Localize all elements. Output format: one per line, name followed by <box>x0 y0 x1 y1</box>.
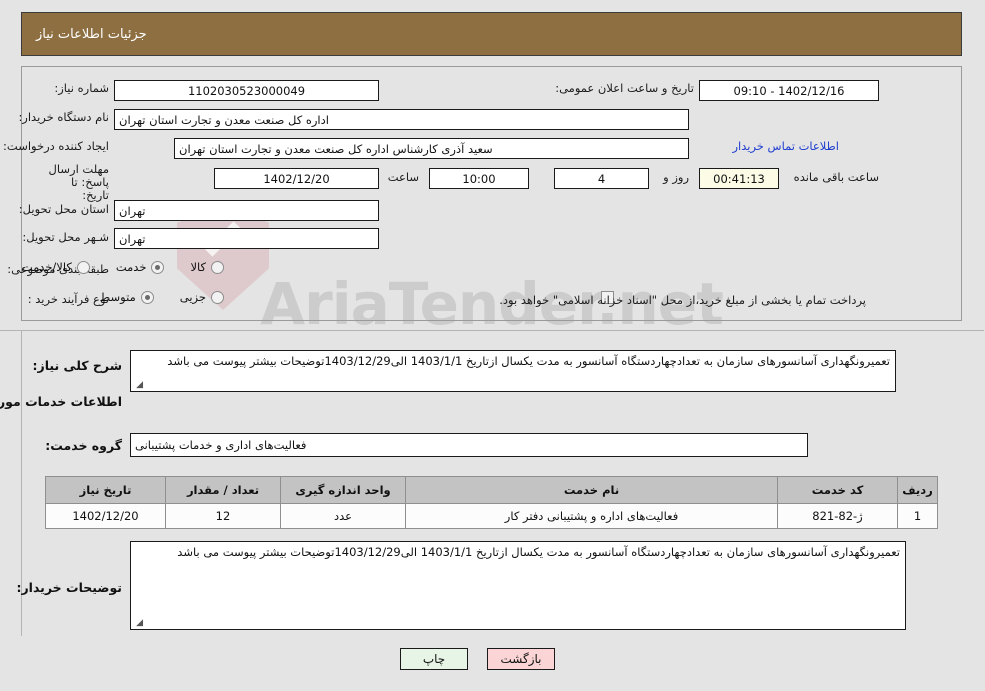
column-header-code: کد خدمت <box>778 476 899 504</box>
deadline-label-line2: تاریخ: <box>83 188 110 202</box>
radio-indicator-motevaset[interactable] <box>141 290 155 304</box>
cell-date: 1402/12/20 <box>46 503 167 529</box>
column-header-date: تاریخ نیاز <box>46 476 167 504</box>
buyer-org-label-wrap: نام دستگاه خریدار: <box>19 110 110 124</box>
announce-label-wrap: تاریخ و ساعت اعلان عمومی: <box>556 81 695 95</box>
deadline-hour-label: ساعت <box>388 170 420 184</box>
delivery-city-field: تهران <box>115 228 380 249</box>
deadline-label-wrap: مهلت ارسال پاسخ: تا تاریخ: <box>30 163 110 202</box>
radio-option-motevaset[interactable]: متوسط <box>101 290 155 304</box>
remaining-days-suffix: روز و <box>664 170 690 184</box>
contact-link-wrap: اطلاعات تماس خریدار <box>733 139 840 153</box>
column-header-name: نام خدمت <box>406 476 779 504</box>
delivery-city-label: شـهر محل تحویل: <box>23 230 110 244</box>
radio-indicator-kala-khedmat[interactable] <box>77 260 91 274</box>
cell-unit: عدد <box>281 503 407 529</box>
radio-option-khedmat[interactable]: خدمت <box>117 260 166 274</box>
service-group-field: فعالیت‌های اداری و خدمات پشتیبانی <box>131 433 809 457</box>
remaining-time-countdown: 00:41:13 <box>700 168 780 189</box>
radio-option-jozei[interactable]: جزیی <box>181 290 225 304</box>
subject-category-radio-group: کالا خدمت کالا/خدمت <box>0 260 225 274</box>
buyer-organisation-field: اداره کل صنعت معدن و تجارت استان تهران <box>115 109 690 130</box>
radio-indicator-kala[interactable] <box>212 260 225 274</box>
city-label-wrap: شـهر محل تحویل: <box>23 230 110 244</box>
treasury-note-wrap: پرداخت تمام یا بخشی از مبلغ خرید،از محل … <box>500 293 867 307</box>
deadline-hour-field: 10:00 <box>430 168 530 189</box>
deadline-label-line1: مهلت ارسال پاسخ: تا <box>49 162 110 189</box>
general-description-text: تعمیرونگهداری آسانسورهای سازمان به تعداد… <box>168 354 891 368</box>
cell-name: فعالیت‌های اداره و پشتیبانی دفتر کار <box>406 503 779 529</box>
need-number-label: شماره نیاز: <box>55 81 110 95</box>
province-label-wrap: استان محل تحویل: <box>20 202 110 216</box>
cell-index: 1 <box>898 503 939 529</box>
service-group-label: گروه خدمت: <box>46 438 123 453</box>
radio-label-jozei: جزیی <box>180 290 207 304</box>
deadline-hour-label-wrap: ساعت <box>389 170 420 184</box>
column-header-index: ردیف <box>898 476 939 504</box>
page-header: جزئیات اطلاعات نیاز <box>22 12 963 56</box>
radio-option-kala-khedmat[interactable]: کالا/خدمت <box>23 260 91 274</box>
page-title: جزئیات اطلاعات نیاز <box>37 26 148 42</box>
page-root: AriaTender.net جزئیات اطلاعات نیاز شماره… <box>0 0 985 691</box>
remaining-days-suffix-wrap: روز و <box>664 170 690 184</box>
buyer-notes-textarea[interactable]: تعمیرونگهداری آسانسورهای سازمان به تعداد… <box>131 541 907 630</box>
announce-datetime-field: 1402/12/16 - 09:10 <box>700 80 880 101</box>
radio-label-motevaset: متوسط <box>100 290 137 304</box>
buyer-organisation-label: نام دستگاه خریدار: <box>19 110 110 124</box>
radio-indicator-jozei[interactable] <box>212 290 225 304</box>
column-header-quantity: تعداد / مقدار <box>166 476 282 504</box>
radio-label-kala: کالا <box>191 260 207 274</box>
need-info-panel <box>22 66 963 321</box>
creator-label-wrap: ایجاد کننده درخواست: <box>4 139 110 153</box>
remaining-days-field: 4 <box>555 168 650 189</box>
announce-datetime-label: تاریخ و ساعت اعلان عمومی: <box>556 81 695 95</box>
print-button[interactable]: چاپ <box>401 648 469 670</box>
remaining-timer-suffix: ساعت باقی مانده <box>794 170 880 184</box>
deadline-date-field: 1402/12/20 <box>215 168 380 189</box>
radio-label-kala-khedmat: کالا/خدمت <box>22 260 73 274</box>
general-description-label: شرح کلی نیاز: <box>33 358 123 373</box>
resize-grip-icon-notes[interactable]: ◢ <box>134 618 144 628</box>
delivery-province-field: تهران <box>115 200 380 221</box>
treasury-documents-note: پرداخت تمام یا بخشی از مبلغ خرید،از محل … <box>500 293 867 307</box>
delivery-province-label: استان محل تحویل: <box>19 202 110 216</box>
radio-option-kala[interactable]: کالا <box>191 260 225 274</box>
general-description-textarea[interactable]: تعمیرونگهداری آسانسورهای سازمان به تعداد… <box>131 350 897 392</box>
radio-label-khedmat: خدمت <box>116 260 148 274</box>
remaining-timer-suffix-wrap: ساعت باقی مانده <box>795 170 880 184</box>
cell-code: ژ-82-821 <box>778 503 899 529</box>
request-creator-label: ایجاد کننده درخواست: <box>4 139 110 153</box>
services-table: ردیف کد خدمت نام خدمت واحد اندازه گیری ت… <box>46 476 939 529</box>
buyer-notes-label: توضیحات خریدار: <box>17 580 123 595</box>
section-divider <box>0 330 985 331</box>
resize-grip-icon[interactable]: ◢ <box>134 380 144 390</box>
request-creator-field: سعید آذری کارشناس اداره کل صنعت معدن و ت… <box>175 138 690 159</box>
radio-indicator-khedmat[interactable] <box>152 260 166 274</box>
table-header-row: ردیف کد خدمت نام خدمت واحد اندازه گیری ت… <box>46 476 939 504</box>
cell-quantity: 12 <box>166 503 282 529</box>
purchase-process-radio-group: جزیی متوسط <box>75 290 225 304</box>
need-number-field: 1102030523000049 <box>115 80 380 101</box>
column-header-unit: واحد اندازه گیری <box>281 476 407 504</box>
table-row: 1 ژ-82-821 فعالیت‌های اداره و پشتیبانی د… <box>46 503 939 529</box>
back-button[interactable]: بازگشت <box>488 648 556 670</box>
need-number-label-wrap: شماره نیاز: <box>55 81 110 95</box>
buyer-notes-text: تعمیرونگهداری آسانسورهای سازمان به تعداد… <box>178 545 901 559</box>
buyer-contact-link[interactable]: اطلاعات تماس خریدار <box>733 139 840 153</box>
services-section-heading: اطلاعات خدمات مورد نیاز <box>0 394 123 409</box>
